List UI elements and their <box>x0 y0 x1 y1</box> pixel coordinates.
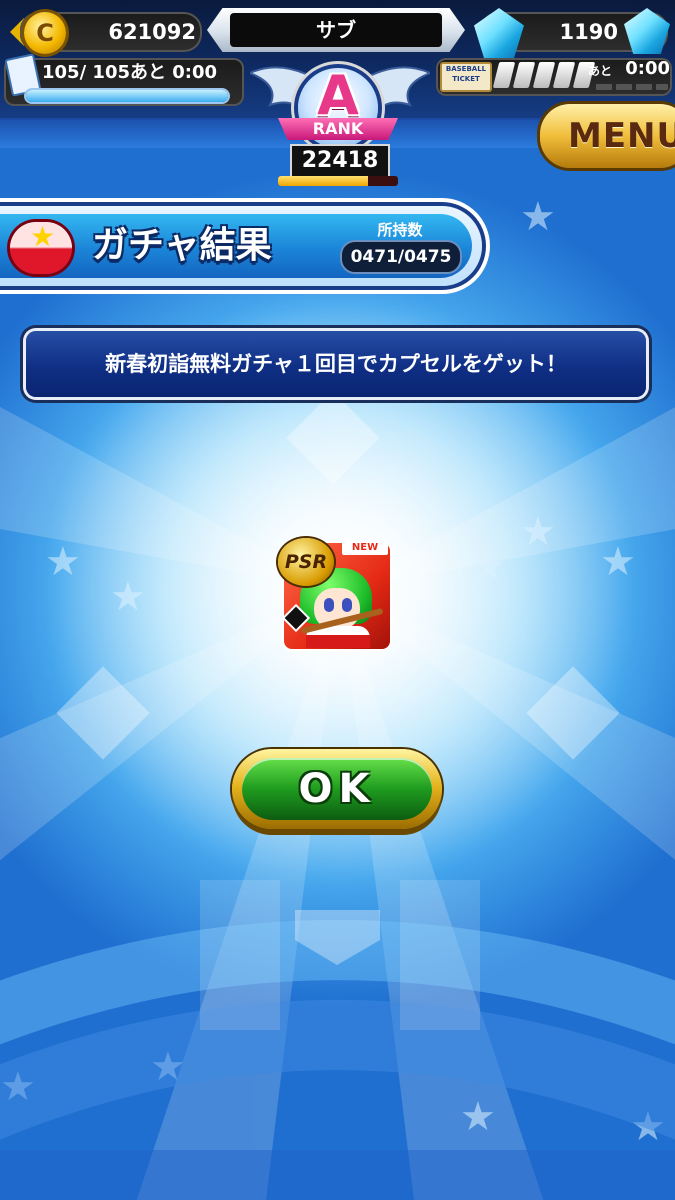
owned-count-value: 0471/0475 <box>340 240 462 274</box>
new-badge: NEW <box>342 541 388 555</box>
page-title: ガチャ結果 <box>92 225 272 266</box>
ticket-icon: BASEBALL TICKET <box>440 62 492 92</box>
rank-letter: A <box>317 64 359 127</box>
rarity-badge: PSR <box>278 538 334 586</box>
ticket-indicator <box>616 84 632 90</box>
svg-text:★: ★ <box>0 1064 36 1110</box>
svg-text:★: ★ <box>45 539 81 585</box>
ticket-indicator <box>596 84 612 90</box>
top-hud: C 621092 サブ 1190 105/ 105あと 0:00 BASEBAL… <box>0 0 675 190</box>
svg-text:★: ★ <box>520 509 556 555</box>
svg-text:★: ★ <box>150 1044 186 1090</box>
result-message: 新春初詣無料ガチャ１回目でカプセルをゲット！ <box>105 352 567 376</box>
coin-count: 621092 <box>108 20 196 44</box>
rank-label: RANK <box>278 118 398 140</box>
svg-text:★: ★ <box>470 544 506 590</box>
ticket-indicator <box>636 84 652 90</box>
ticket-time: 0:00 <box>625 58 670 79</box>
ticket-indicator <box>656 84 668 90</box>
owned-count-label: 所持数 <box>377 221 423 239</box>
menu-button[interactable]: MENU <box>540 104 675 168</box>
stamina-bar-fill <box>26 90 228 102</box>
coin-icon: C <box>24 12 66 54</box>
menu-button-label: MENU <box>568 116 675 156</box>
stamina-bar <box>26 90 228 102</box>
rank-score: 22418 <box>290 144 390 178</box>
stamina-text: 105/ 105あと 0:00 <box>42 62 218 83</box>
character-eye <box>342 598 352 612</box>
svg-text:★: ★ <box>110 574 146 620</box>
rank-progress-fill <box>278 176 368 186</box>
team-name[interactable]: サブ <box>230 13 442 47</box>
svg-text:★: ★ <box>600 539 636 585</box>
svg-text:★: ★ <box>520 194 556 240</box>
star-icon: ★ <box>30 220 56 253</box>
ok-button-label: OK <box>298 766 376 812</box>
gem-count: 1190 <box>559 20 618 44</box>
rank-progress-bar <box>278 176 398 186</box>
svg-text:★: ★ <box>630 1104 666 1150</box>
svg-text:★: ★ <box>460 1094 496 1140</box>
character-eye <box>324 598 334 612</box>
